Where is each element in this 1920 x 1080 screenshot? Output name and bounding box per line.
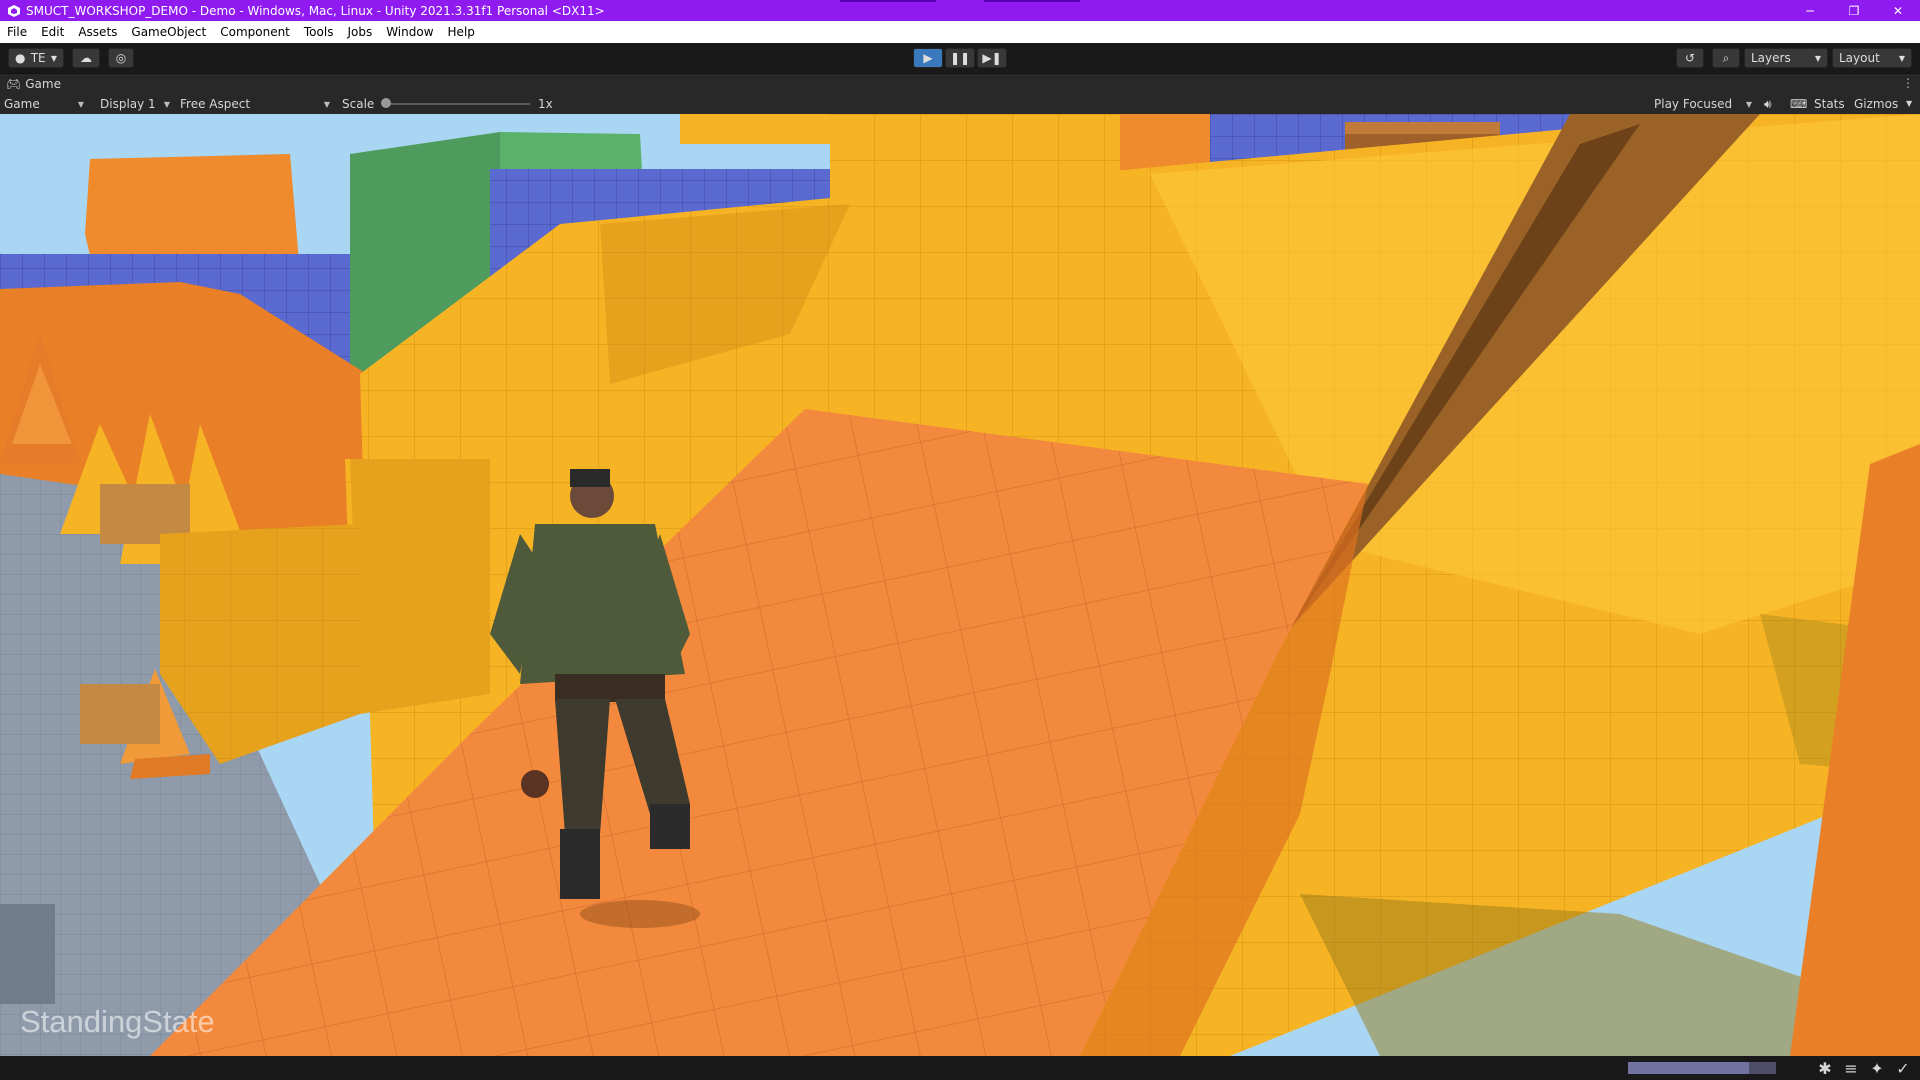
tab-menu-icon[interactable]: ⋮ (1902, 76, 1914, 90)
titlebar-accent (840, 0, 936, 2)
pause-button[interactable]: ❚❚ (945, 48, 975, 68)
search-button[interactable]: ⌕ (1712, 48, 1740, 68)
settings-icon[interactable]: ✦ (1870, 1059, 1884, 1078)
chevron-down-icon: ▼ (77, 99, 84, 109)
gamepad-icon: 🎮︎ (6, 77, 22, 91)
gizmos-button[interactable]: Gizmos (1854, 94, 1898, 114)
account-icon: ● (15, 51, 26, 65)
titlebar-accent (984, 0, 1080, 2)
window-controls: ─ ❐ ✕ (1788, 0, 1920, 21)
menu-component[interactable]: Component (213, 21, 297, 43)
history-icon: ↺ (1684, 51, 1696, 65)
scale-label: Scale (342, 97, 375, 111)
chevron-down-icon: ▼ (50, 53, 57, 63)
check-icon[interactable]: ✓ (1896, 1059, 1910, 1078)
restore-icon[interactable]: ❐ (1832, 0, 1876, 21)
chevron-down-icon: ▼ (163, 99, 170, 109)
status-bar: ✱ ≡ ✦ ✓ (0, 1056, 1920, 1080)
step-icon: ▶❚ (982, 51, 1002, 65)
menu-window[interactable]: Window (379, 21, 440, 43)
scale-slider-track[interactable] (385, 103, 530, 105)
pause-icon: ❚❚ (949, 51, 971, 65)
aspect-dropdown[interactable]: Free Aspect ▼ (176, 94, 334, 114)
menu-jobs[interactable]: Jobs (340, 21, 379, 43)
menu-help[interactable]: Help (441, 21, 482, 43)
menu-tools[interactable]: Tools (297, 21, 341, 43)
chevron-down-icon: ▼ (1898, 53, 1905, 63)
account-label: TE (30, 51, 46, 65)
minimize-icon[interactable]: ─ (1788, 0, 1832, 21)
window-titlebar: SMUCT_WORKSHOP_DEMO - Demo - Windows, Ma… (0, 0, 1920, 21)
scale-value: 1x (538, 97, 553, 111)
play-icon: ▶ (923, 51, 933, 65)
chevron-down-icon: ▼ (323, 99, 330, 109)
tab-game[interactable]: 🎮︎ Game (0, 74, 69, 94)
step-button[interactable]: ▶❚ (977, 48, 1007, 68)
chevron-down-icon: ▼ (1745, 99, 1752, 109)
play-mode-dropdown[interactable]: Play Focused ▼ (1650, 94, 1756, 114)
layout-dropdown[interactable]: Layout ▼ (1832, 48, 1912, 68)
game-tab-bar: 🎮︎ Game ⋮ (0, 74, 1920, 94)
close-icon[interactable]: ✕ (1876, 0, 1920, 21)
collab-button[interactable]: ◎ (108, 48, 134, 68)
search-icon: ⌕ (1722, 50, 1730, 65)
history-button[interactable]: ↺ (1676, 48, 1704, 68)
bug-icon[interactable]: ✱ (1818, 1059, 1832, 1078)
account-dropdown[interactable]: ● TE ▼ (8, 48, 64, 68)
cloud-icon: ☁ (80, 51, 92, 65)
play-mode-label: Play Focused (1654, 97, 1733, 111)
progress-bar (1628, 1062, 1776, 1074)
tab-game-label: Game (25, 77, 61, 91)
layers-label: Layers (1751, 51, 1791, 65)
keyboard-shortcuts-icon[interactable]: ⌨ (1790, 94, 1807, 114)
menu-edit[interactable]: Edit (34, 21, 71, 43)
game-scene (0, 114, 1920, 1056)
mute-audio-icon[interactable]: 🔊︎ (1764, 94, 1772, 114)
menu-bar: File Edit Assets GameObject Component To… (0, 21, 1920, 43)
stats-button[interactable]: Stats (1814, 94, 1845, 114)
window-title: SMUCT_WORKSHOP_DEMO - Demo - Windows, Ma… (26, 3, 605, 18)
menu-assets[interactable]: Assets (71, 21, 124, 43)
console-icon[interactable]: ≡ (1844, 1059, 1858, 1078)
menu-file[interactable]: File (0, 21, 34, 43)
chevron-down-icon[interactable]: ▼ (1906, 94, 1912, 114)
play-button[interactable]: ▶ (913, 48, 943, 68)
state-debug-label: StandingState (20, 1004, 215, 1039)
progress-fill (1628, 1062, 1750, 1074)
menu-gameobject[interactable]: GameObject (124, 21, 213, 43)
layers-dropdown[interactable]: Layers ▼ (1744, 48, 1828, 68)
scale-slider-thumb[interactable] (381, 98, 391, 108)
game-viewport[interactable]: StandingState (0, 114, 1920, 1056)
unity-logo-icon (6, 3, 22, 19)
game-mode-dropdown[interactable]: Game ▼ (0, 94, 88, 114)
cloud-button[interactable]: ☁ (72, 48, 100, 68)
layout-label: Layout (1839, 51, 1880, 65)
display-dropdown[interactable]: Display 1 ▼ (96, 94, 174, 114)
main-toolbar: ● TE ▼ ☁ ◎ ▶ ❚❚ ▶❚ ↺ ⌕ Layers ▼ Layout ▼ (0, 43, 1920, 74)
display-label: Display 1 (100, 97, 156, 111)
collab-icon: ◎ (115, 51, 127, 65)
aspect-label: Free Aspect (180, 97, 251, 111)
game-mode-label: Game (4, 97, 40, 111)
chevron-down-icon: ▼ (1814, 53, 1821, 63)
game-view-controls: Game ▼ Display 1 ▼ Free Aspect ▼ Scale 1… (0, 94, 1920, 115)
